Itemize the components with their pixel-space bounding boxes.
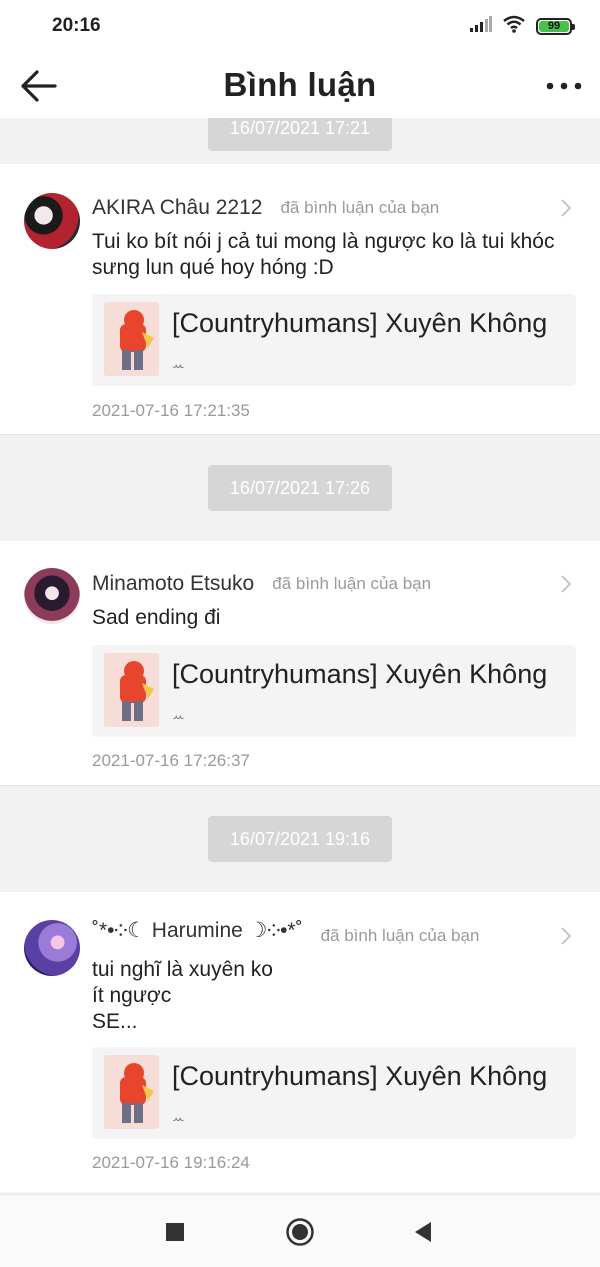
- screen: 20:16 99 Bình luận 16/07/2021 17:21 AKIR…: [0, 0, 600, 1267]
- comment-line: SE...: [92, 1010, 138, 1033]
- action-text: đã bình luận của bạn: [280, 198, 440, 217]
- action-text: đã bình luận của bạn: [272, 574, 432, 593]
- story-title: [Countryhumans] Xuyên Không: [172, 1061, 548, 1091]
- square-icon: [166, 1223, 184, 1241]
- comment-timestamp: 2021-07-16 19:16:24: [92, 1153, 250, 1172]
- comment-line: ít ngược: [92, 984, 172, 1007]
- date-label: 16/07/2021 19:16: [208, 816, 392, 862]
- comment-card[interactable]: ˚*•༶☾ Harumine ☽༶•*˚ đã bình luận của bạ…: [0, 892, 600, 1192]
- system-nav-bar: [0, 1194, 600, 1267]
- date-separator: 16/07/2021 19:16: [0, 786, 600, 892]
- home-button[interactable]: [283, 1215, 317, 1249]
- author-row: AKIRA Châu 2212 đã bình luận của bạn: [92, 195, 572, 221]
- action-text: đã bình luận của bạn: [320, 926, 480, 945]
- author-row: ˚*•༶☾ Harumine ☽༶•*˚ đã bình luận của bạ…: [92, 919, 572, 949]
- back-button[interactable]: [18, 66, 58, 106]
- date-separator: 16/07/2021 17:21: [0, 118, 600, 164]
- comment-timestamp: 2021-07-16 17:26:37: [92, 751, 250, 770]
- author-row: Minamoto Etsuko đã bình luận của bạn: [92, 571, 572, 597]
- date-label: 16/07/2021 17:21: [208, 118, 392, 151]
- avatar[interactable]: [24, 193, 80, 249]
- header: Bình luận: [0, 52, 600, 118]
- story-preview[interactable]: [Countryhumans] Xuyên Không ꕀ: [92, 1047, 576, 1139]
- date-separator: 16/07/2021 17:26: [0, 435, 600, 541]
- date-label: 16/07/2021 17:26: [208, 465, 392, 511]
- comment-line: tui nghĩ là xuyên ko: [92, 958, 273, 981]
- comment-card[interactable]: AKIRA Châu 2212 đã bình luận của bạn Tui…: [0, 164, 600, 435]
- comment-timestamp: 2021-07-16 17:21:35: [92, 401, 250, 420]
- story-cover-image: [104, 302, 159, 376]
- signal-icon: [470, 15, 492, 37]
- back-triangle-icon: [415, 1222, 431, 1242]
- comment-line: Sad ending đi: [92, 606, 221, 629]
- comment-line: Tui ko bít nói j cả tui mong là ngược ko…: [92, 230, 555, 253]
- comment-text: Tui ko bít nói j cả tui mong là ngược ko…: [92, 229, 576, 281]
- more-button[interactable]: [544, 66, 584, 106]
- story-subtitle: ꕀ: [172, 357, 185, 373]
- more-dots-icon: [546, 82, 582, 90]
- story-subtitle: ꕀ: [172, 1110, 185, 1126]
- status-time: 20:16: [52, 15, 101, 36]
- story-subtitle: ꕀ: [172, 708, 185, 724]
- avatar[interactable]: [24, 920, 80, 976]
- wifi-icon: [502, 15, 526, 38]
- story-title: [Countryhumans] Xuyên Không: [172, 659, 548, 689]
- comment-text: tui nghĩ là xuyên ko ít ngược SE...: [92, 957, 576, 1035]
- battery-icon: 99: [536, 17, 575, 35]
- chevron-right-icon: [561, 575, 572, 593]
- arrow-left-icon: [21, 70, 57, 102]
- battery-level: 99: [539, 20, 569, 32]
- status-bar: 20:16 99: [0, 0, 600, 52]
- home-circle-icon: [286, 1218, 314, 1246]
- author-name[interactable]: AKIRA Châu 2212: [92, 196, 262, 220]
- comment-line: sưng lun qué hoy hóng :D: [92, 256, 334, 279]
- chevron-right-icon: [561, 199, 572, 217]
- chevron-right-icon: [561, 927, 572, 945]
- story-cover-image: [104, 653, 159, 727]
- story-cover-image: [104, 1055, 159, 1129]
- author-name[interactable]: Minamoto Etsuko: [92, 572, 254, 596]
- notification-feed[interactable]: 16/07/2021 17:21 AKIRA Châu 2212 đã bình…: [0, 118, 600, 1194]
- back-nav-button[interactable]: [406, 1215, 440, 1249]
- story-title: [Countryhumans] Xuyên Không: [172, 308, 548, 338]
- avatar[interactable]: [24, 568, 80, 624]
- status-icons: 99: [470, 15, 575, 38]
- comment-text: Sad ending đi: [92, 605, 576, 631]
- story-preview[interactable]: [Countryhumans] Xuyên Không ꕀ: [92, 294, 576, 386]
- comment-card[interactable]: Minamoto Etsuko đã bình luận của bạn Sad…: [0, 541, 600, 786]
- page-title: Bình luận: [223, 66, 377, 103]
- story-preview[interactable]: [Countryhumans] Xuyên Không ꕀ: [92, 645, 576, 737]
- recents-button[interactable]: [158, 1215, 192, 1249]
